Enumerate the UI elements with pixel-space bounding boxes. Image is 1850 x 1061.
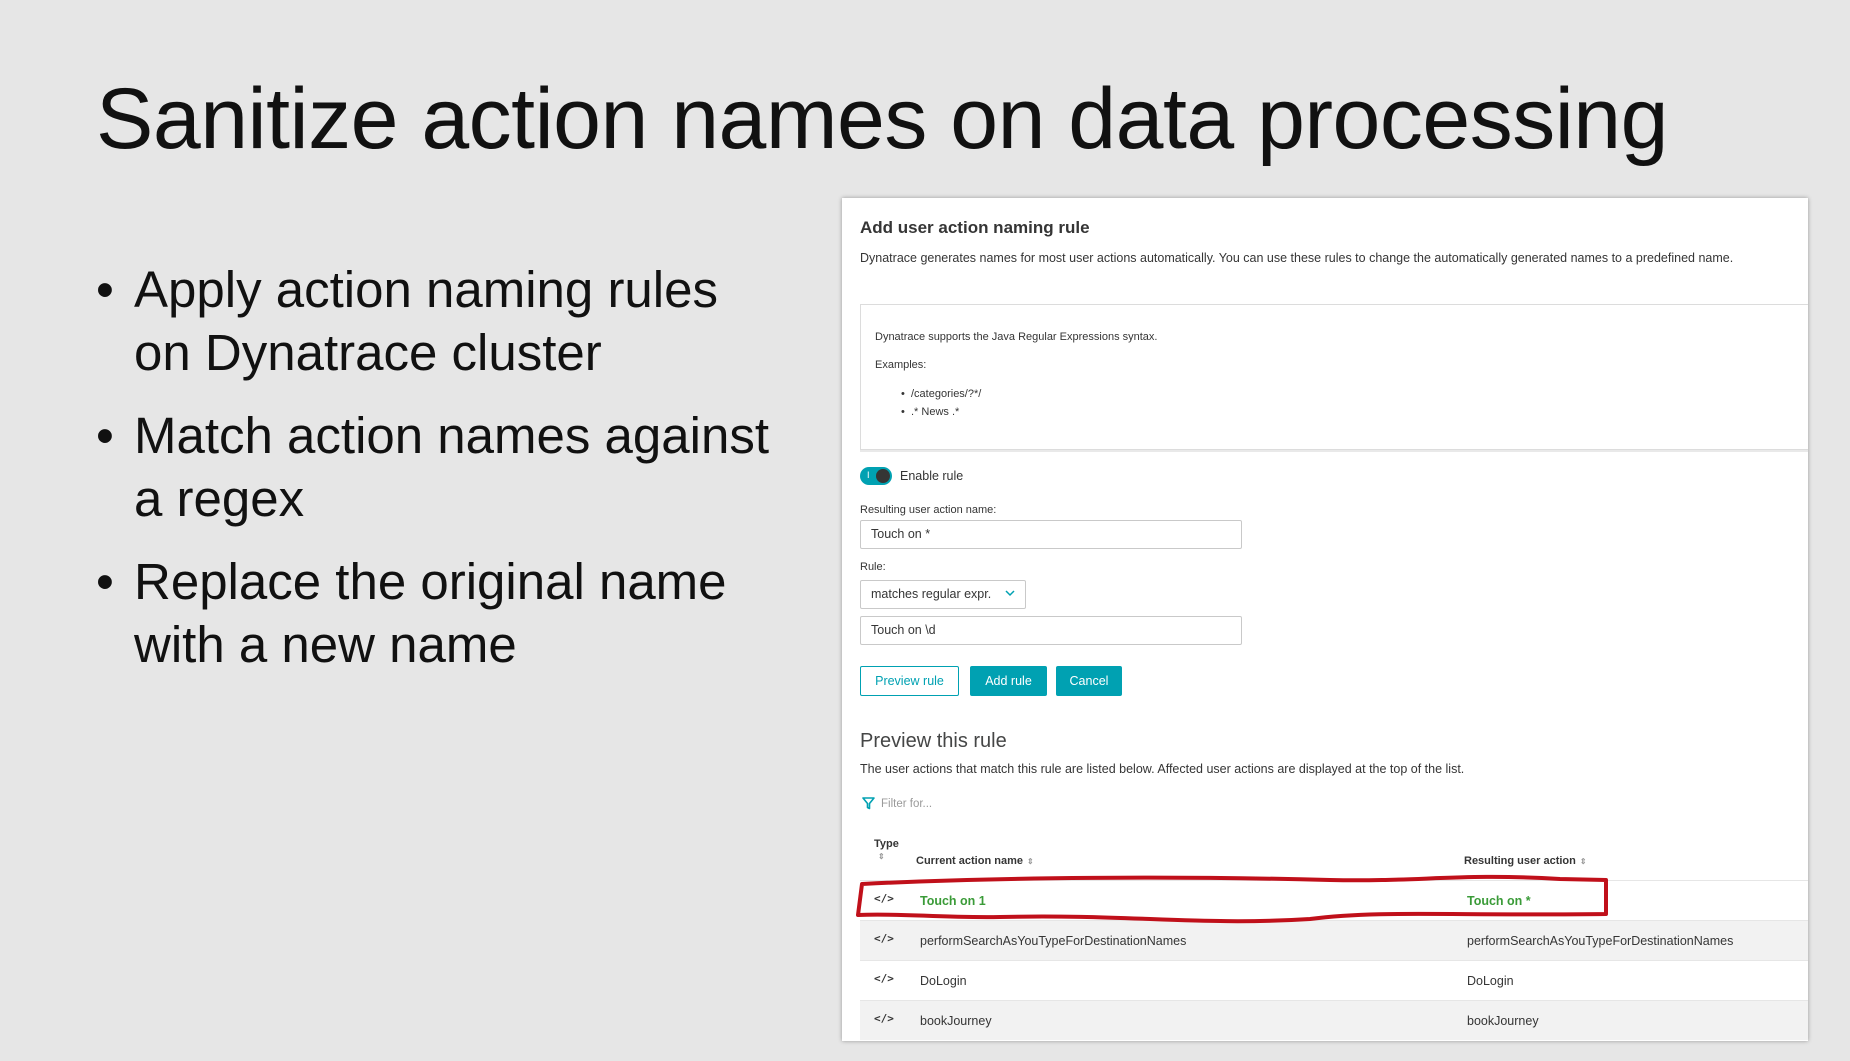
rule-operator-value: matches regular expr. [871, 587, 992, 601]
current-action-name: Touch on 1 [920, 894, 986, 908]
filter-input[interactable]: Filter for... [862, 797, 932, 810]
bullet-item: • Match action names against a regex [96, 404, 786, 530]
sort-icon: ⇕ [1579, 857, 1587, 866]
cancel-button[interactable]: Cancel [1056, 666, 1122, 696]
regex-info-box: Dynatrace supports the Java Regular Expr… [860, 304, 1808, 450]
panel-title: Add user action naming rule [860, 218, 1090, 237]
column-header-type-label: Type [874, 838, 899, 850]
regex-info-text: Dynatrace supports the Java Regular Expr… [875, 331, 1158, 343]
sort-icon: ⇕ [878, 852, 885, 861]
preview-section-description: The user actions that match this rule ar… [860, 762, 1465, 776]
bullet-item: • Apply action naming rules on Dynatrace … [96, 258, 786, 384]
resulting-action-name: bookJourney [1467, 1014, 1539, 1028]
toggle-on-mark: I [867, 470, 870, 480]
rule-operator-select[interactable]: matches regular expr. [860, 580, 1026, 609]
preview-rule-button[interactable]: Preview rule [860, 666, 959, 696]
rule-pattern-input[interactable]: Touch on \d [860, 616, 1242, 645]
bullet-text: Match action names against a regex [134, 407, 770, 527]
table-row[interactable]: </> performSearchAsYouTypeForDestination… [860, 920, 1808, 960]
bullet-item: • Replace the original name with a new na… [96, 550, 786, 676]
column-header-type[interactable]: Type ⇕ [874, 838, 899, 862]
enable-rule-toggle[interactable]: I [860, 467, 892, 485]
code-icon: </> [874, 932, 894, 945]
column-header-resulting-label: Resulting user action [1464, 855, 1576, 867]
examples-label: Examples: [875, 359, 927, 371]
examples-list: /categories/?*/ .* News .* [901, 385, 981, 421]
naming-rule-screenshot-panel: Add user action naming rule Dynatrace ge… [842, 198, 1808, 1041]
bullet-dot: • [96, 261, 114, 318]
code-icon: </> [874, 972, 894, 985]
column-header-current-label: Current action name [916, 855, 1023, 867]
preview-table-body: </> Touch on 1 Touch on * </> performSea… [860, 880, 1808, 1040]
chevron-down-icon [1005, 590, 1015, 597]
code-icon: </> [874, 892, 894, 905]
current-action-name: bookJourney [920, 1014, 992, 1028]
example-item: .* News .* [901, 403, 981, 421]
resulting-name-input[interactable]: Touch on * [860, 520, 1242, 549]
filter-icon [862, 797, 875, 810]
bullet-text: Apply action naming rules on Dynatrace c… [134, 261, 718, 381]
table-row[interactable]: </> Touch on 1 Touch on * [860, 880, 1808, 920]
resulting-name-label: Resulting user action name: [860, 504, 997, 516]
bullet-text: Replace the original name with a new nam… [134, 553, 727, 673]
slide-title: Sanitize action names on data processing [96, 71, 1668, 167]
code-icon: </> [874, 1012, 894, 1025]
toggle-knob [876, 469, 890, 483]
column-header-resulting-action[interactable]: Resulting user action ⇕ [1464, 855, 1587, 867]
example-item: /categories/?*/ [901, 385, 981, 403]
column-header-current-action[interactable]: Current action name ⇕ [916, 855, 1034, 867]
table-row[interactable]: </> bookJourney bookJourney [860, 1000, 1808, 1040]
enable-rule-label: Enable rule [900, 469, 964, 483]
rule-label: Rule: [860, 561, 886, 573]
slide-bullet-list: • Apply action naming rules on Dynatrace … [96, 258, 786, 696]
resulting-action-name: performSearchAsYouTypeForDestinationName… [1467, 934, 1734, 948]
filter-placeholder: Filter for... [881, 797, 933, 810]
resulting-action-name: Touch on * [1467, 894, 1531, 908]
add-rule-button[interactable]: Add rule [970, 666, 1047, 696]
bullet-dot: • [96, 553, 114, 610]
current-action-name: DoLogin [920, 974, 967, 988]
sort-icon: ⇕ [1026, 857, 1034, 866]
resulting-action-name: DoLogin [1467, 974, 1514, 988]
panel-description: Dynatrace generates names for most user … [860, 251, 1734, 265]
table-row[interactable]: </> DoLogin DoLogin [860, 960, 1808, 1000]
current-action-name: performSearchAsYouTypeForDestinationName… [920, 934, 1187, 948]
bullet-dot: • [96, 407, 114, 464]
preview-section-title: Preview this rule [860, 730, 1007, 752]
